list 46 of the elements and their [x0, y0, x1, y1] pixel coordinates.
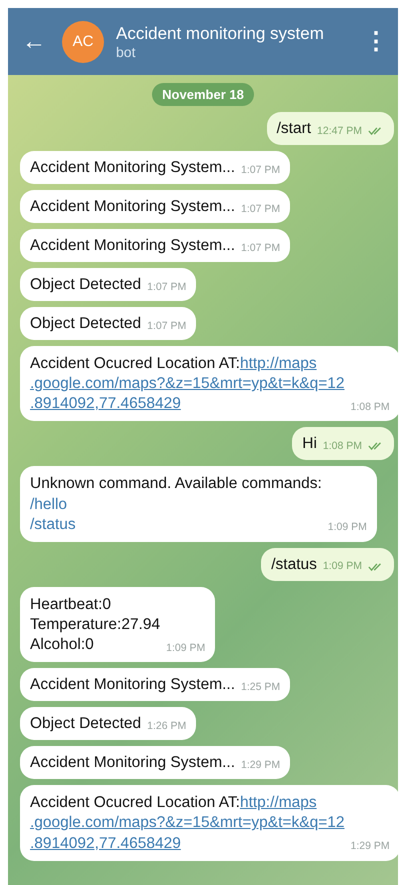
- avatar[interactable]: AC: [62, 20, 104, 62]
- message-time: 1:29 PM: [241, 760, 280, 772]
- message-time: 1:29 PM: [350, 841, 390, 854]
- message-time: 1:09 PM: [166, 642, 206, 656]
- date-pill: November 18: [152, 83, 254, 106]
- map-link[interactable]: .google.com/maps?&z=15&mrt=yp&t=k&q=12: [30, 814, 344, 832]
- command-link[interactable]: /status: [30, 514, 322, 535]
- chat-subtitle: bot: [116, 44, 136, 60]
- message-text: /start: [276, 120, 312, 138]
- message-text: Accident Monitoring System...: [30, 159, 236, 177]
- message-text: Accident Monitoring System...: [30, 754, 236, 772]
- message-text: Alcohol:0: [30, 635, 95, 656]
- message-text: Object Detected: [30, 276, 142, 294]
- message-time: 1:07 PM: [241, 204, 280, 216]
- message-text: Accident Monitoring System...: [30, 237, 236, 255]
- message-time: 12:47 PM: [317, 126, 362, 138]
- menu-button[interactable]: ⋮: [364, 27, 388, 56]
- message-text: Temperature:27.94: [30, 614, 160, 635]
- message-text: Unknown command. Available commands:: [30, 474, 322, 494]
- message-time: 1:26 PM: [147, 720, 186, 734]
- back-button[interactable]: ←: [22, 28, 50, 56]
- message-text: Heartbeat:0: [30, 594, 112, 615]
- map-link[interactable]: .8914092,77.4658429: [30, 395, 181, 412]
- message-text: Hi: [302, 435, 317, 454]
- message-time: 1:07 PM: [241, 164, 280, 177]
- map-link[interactable]: .google.com/maps?&z=15&mrt=yp&t=k&q=12: [30, 375, 344, 392]
- map-link[interactable]: .8914092,77.4658429: [30, 834, 181, 852]
- message-text: /status: [271, 556, 317, 574]
- chat-title: Accident monitoring system: [116, 24, 325, 44]
- map-link[interactable]: http://maps: [240, 355, 317, 372]
- message-time: 1:08 PM: [350, 402, 390, 414]
- map-link[interactable]: http://maps: [240, 794, 317, 812]
- message-time: 1:25 PM: [241, 682, 280, 694]
- message-text: Accident Monitoring System...: [30, 198, 236, 216]
- message-text: Accident Ocucred Location AT:http://maps .google.com/maps?&z=15&mrt=yp&t=k&q=12 .8914092,77.4658429: [30, 354, 344, 414]
- message-text: Accident Monitoring System...: [30, 676, 236, 694]
- command-link[interactable]: /hello: [30, 494, 322, 515]
- message-time: 1:07 PM: [147, 320, 186, 333]
- message-text: Object Detected: [30, 715, 142, 734]
- message-text: Object Detected: [30, 315, 142, 333]
- message-time: 1:09 PM: [328, 522, 367, 535]
- message-time: 1:09 PM: [322, 561, 362, 574]
- message-time: 1:07 PM: [241, 242, 280, 255]
- message-time: 1:07 PM: [147, 282, 186, 294]
- message-time: 1:08 PM: [322, 440, 362, 454]
- message-text: Accident Ocucred Location AT:http://maps .google.com/maps?&z=15&mrt=yp&t=k&q=12 .8914092,77.4658429: [30, 793, 344, 854]
